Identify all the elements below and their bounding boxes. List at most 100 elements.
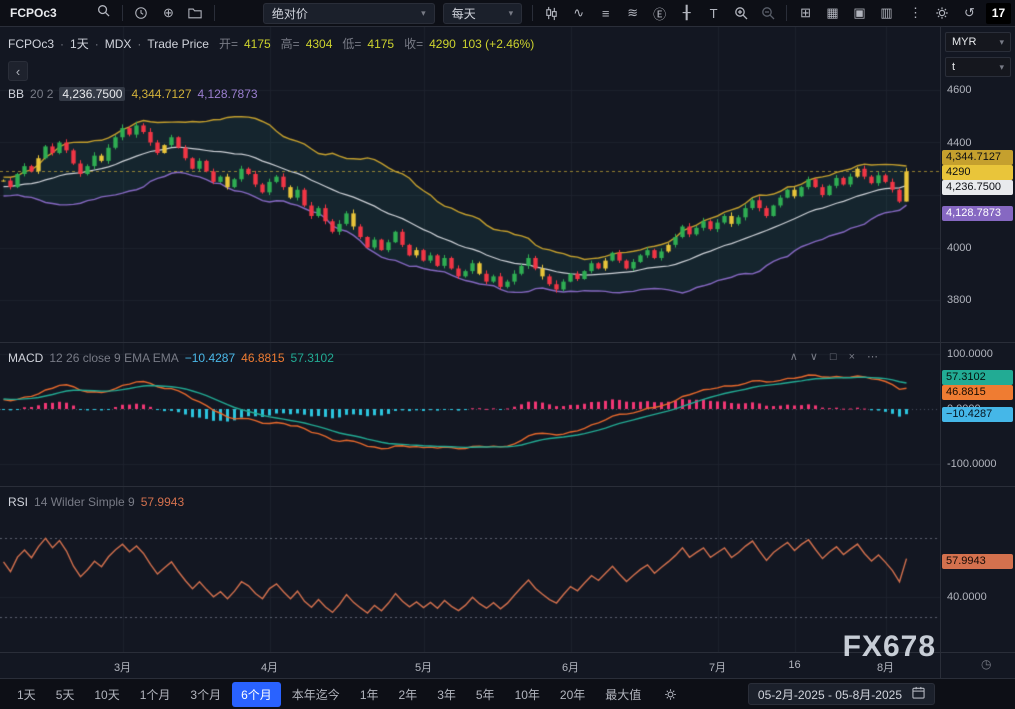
range-button[interactable]: 最大值 [596, 682, 650, 707]
text-tool-icon[interactable]: T [701, 2, 726, 24]
move-pane-up-icon[interactable]: ∧ [788, 350, 800, 363]
interval-label: 每天 [452, 5, 476, 22]
indicators-icon[interactable]: ∿ [566, 2, 591, 24]
zoom-in-icon[interactable] [728, 2, 753, 24]
range-button[interactable]: 1年 [351, 682, 388, 707]
axis-tick: 4000 [947, 242, 971, 254]
unit-dropdown[interactable]: t ▾ [945, 57, 1011, 77]
replay-icon[interactable]: ↺ [957, 2, 982, 24]
date-range-picker[interactable]: 05-2月-2025 - 05-8月-2025 [748, 683, 935, 705]
price-label-chip: 4,344.7127 [942, 150, 1013, 165]
symbol-legend: FCPOc3 · 1天 · MDX · Trade Price 开=4175 高… [8, 35, 534, 52]
time-axis-label: 5月 [415, 659, 432, 675]
range-button[interactable]: 10年 [506, 682, 549, 707]
chevron-down-icon: ▾ [999, 37, 1004, 48]
range-button[interactable]: 3年 [428, 682, 465, 707]
multichart-icon[interactable]: ▦ [820, 2, 845, 24]
price-chart-canvas[interactable] [0, 27, 940, 342]
clock-icon[interactable] [129, 2, 154, 24]
bar-stats-icon[interactable]: ▥ [874, 2, 899, 24]
range-button[interactable]: 10天 [85, 682, 128, 707]
symbol-search-box[interactable]: FCPOc3 [4, 3, 116, 24]
price-label-chip: −10.4287 [942, 407, 1013, 422]
zoom-out-icon[interactable] [755, 2, 780, 24]
price-label-chip: 4,128.7873 [942, 206, 1013, 221]
layout-grid-icon[interactable]: ⊞ [793, 2, 818, 24]
range-button[interactable]: 6个月 [232, 682, 281, 707]
high-label: 高= [281, 35, 300, 52]
events-icon[interactable]: Ⓔ [647, 2, 672, 24]
range-button[interactable]: 1天 [8, 682, 45, 707]
toolbar-divider [122, 5, 123, 21]
close-pane-icon[interactable]: × [847, 350, 857, 363]
settings-gear-icon[interactable] [930, 2, 955, 24]
tradingview-logo[interactable]: 17 [986, 3, 1011, 24]
low-label: 低= [342, 35, 361, 52]
legend-source: Trade Price [147, 37, 209, 51]
rsi-params: 14 Wilder Simple 9 [34, 495, 135, 509]
time-axis-label: 4月 [261, 659, 278, 675]
price-label-chip: 4,236.7500 [942, 180, 1013, 195]
search-icon [97, 4, 110, 22]
collapse-legend-button[interactable]: ‹ [8, 61, 28, 81]
price-pane: FCPOc3 · 1天 · MDX · Trade Price 开=4175 高… [0, 27, 940, 343]
macd-title: MACD [8, 351, 43, 365]
range-button[interactable]: 5年 [467, 682, 504, 707]
rsi-title: RSI [8, 495, 28, 509]
chevron-down-icon: ▾ [509, 8, 514, 19]
currency-dropdown[interactable]: MYR ▾ [945, 32, 1011, 52]
range-button[interactable]: 本年迄今 [283, 682, 349, 707]
symbol-search-value: FCPOc3 [10, 6, 91, 20]
layers-icon[interactable]: ≡ [593, 2, 618, 24]
rsi-value: 57.9943 [141, 495, 184, 509]
folder-icon[interactable] [183, 2, 208, 24]
legend-exchange: MDX [105, 37, 132, 51]
range-button[interactable]: 1个月 [131, 682, 180, 707]
price-label-chip: 46.8815 [942, 385, 1013, 400]
macd-signal-value: 57.3102 [291, 351, 334, 365]
toolbar-divider [214, 5, 215, 21]
interval-dropdown[interactable]: 每天 ▾ [443, 3, 523, 24]
time-axis[interactable]: 3月4月5月6月7月168月 [0, 653, 940, 678]
chart-style-icon[interactable] [539, 2, 564, 24]
interval-settings-icon[interactable] [658, 683, 682, 705]
patterns-icon[interactable]: ≋ [620, 2, 645, 24]
range-button[interactable]: 20年 [551, 682, 594, 707]
range-button[interactable]: 2年 [390, 682, 427, 707]
bottom-toolbar: 1天5天10天1个月3个月6个月本年迄今1年2年3年5年10年20年最大值 05… [0, 678, 1015, 709]
chevron-down-icon: ▾ [421, 8, 426, 19]
more-pane-icon[interactable]: ⋯ [865, 350, 880, 363]
macd-line-value: 46.8815 [241, 351, 284, 365]
price-scale[interactable]: MYR ▾ t ▾ ◷ 4600440040003800100.00000.00… [940, 27, 1015, 678]
time-axis-label: 8月 [877, 659, 894, 675]
panels-icon[interactable]: ▣ [847, 2, 872, 24]
range-button[interactable]: 3个月 [181, 682, 230, 707]
close-value: 4290 [429, 37, 456, 51]
price-label-chip: 4290 [942, 165, 1013, 180]
currency-label: MYR [952, 36, 976, 48]
pane-separator [941, 342, 1015, 343]
close-label: 收= [404, 35, 423, 52]
range-button[interactable]: 5天 [47, 682, 84, 707]
axis-tick: 3800 [947, 294, 971, 306]
tools-icon[interactable]: ╂ [674, 2, 699, 24]
time-axis-label: 6月 [562, 659, 579, 675]
add-symbol-icon[interactable]: ⊕ [156, 2, 181, 24]
rsi-chart-canvas[interactable] [0, 487, 940, 652]
date-range-label: 05-2月-2025 - 05-8月-2025 [758, 686, 902, 703]
timezone-clock-icon[interactable]: ◷ [981, 657, 991, 671]
unit-label: t [952, 61, 955, 73]
more-icon[interactable]: ⋮ [903, 2, 928, 24]
toolbar-divider [532, 5, 533, 21]
open-label: 开= [219, 35, 238, 52]
legend-separator: · [60, 37, 64, 51]
trading-terminal: FCPOc3 ⊕ 绝对价 ▾ 每天 ▾ ∿ ≡ ≋ Ⓔ ╂ T ⊞ ▦ ▣ ▥ … [0, 0, 1015, 709]
chevron-down-icon: ▾ [999, 62, 1004, 73]
move-pane-down-icon[interactable]: ∨ [808, 350, 820, 363]
price-mode-dropdown[interactable]: 绝对价 ▾ [263, 3, 435, 24]
top-toolbar: FCPOc3 ⊕ 绝对价 ▾ 每天 ▾ ∿ ≡ ≋ Ⓔ ╂ T ⊞ ▦ ▣ ▥ … [0, 0, 1015, 27]
high-value: 4304 [306, 37, 333, 51]
axis-tick: 4400 [947, 137, 971, 149]
maximize-pane-icon[interactable]: □ [828, 350, 839, 363]
macd-legend: MACD 12 26 close 9 EMA EMA −10.4287 46.8… [8, 351, 334, 365]
